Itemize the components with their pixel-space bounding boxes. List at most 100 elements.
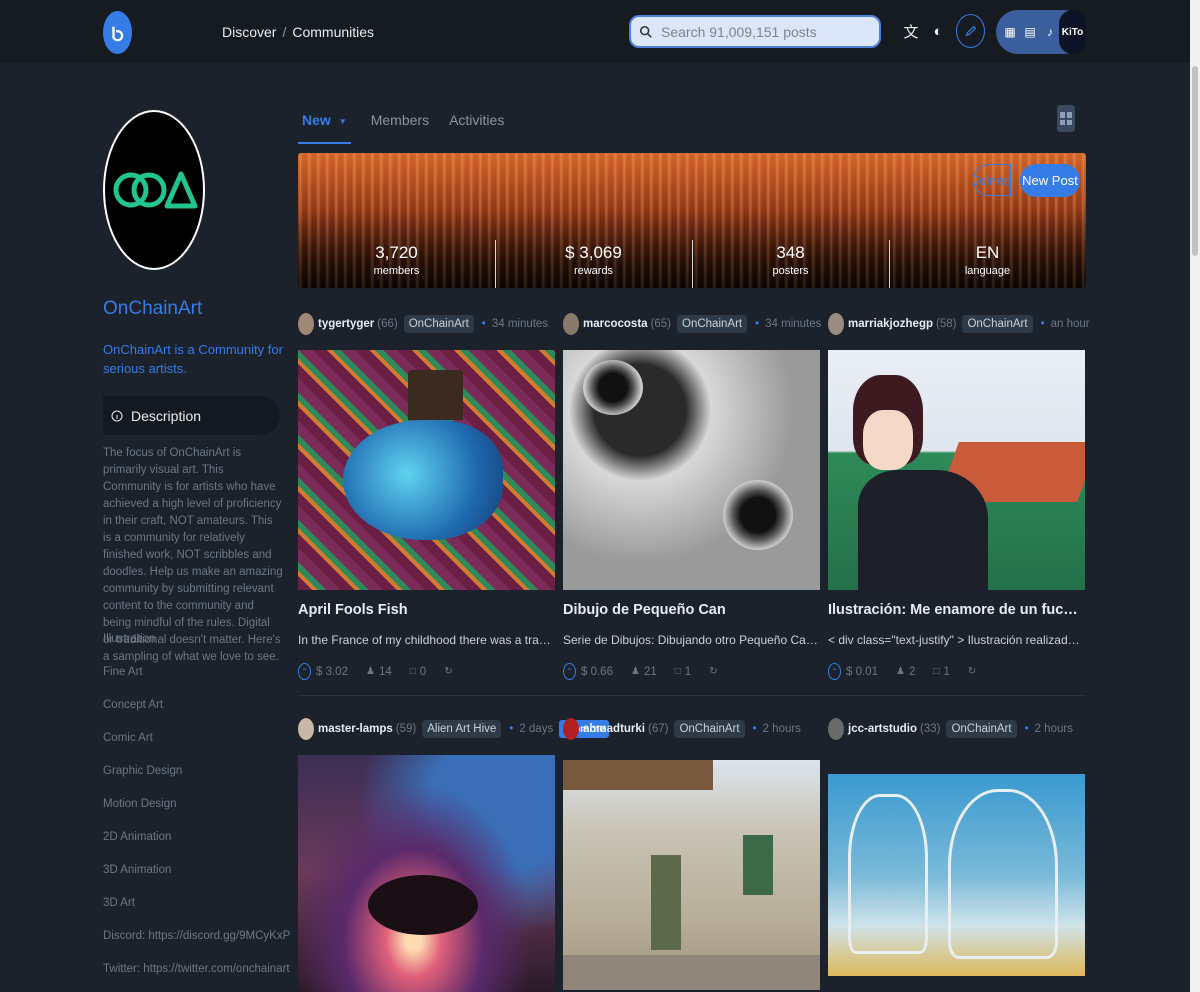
breadcrumb-communities[interactable]: Communities bbox=[292, 24, 374, 40]
author-name[interactable]: master-lamps bbox=[318, 723, 393, 735]
reblog-icon[interactable]: ↻ bbox=[968, 666, 976, 677]
community-tag[interactable]: OnChainArt bbox=[946, 720, 1017, 738]
post-card[interactable]: marcocosta (65) OnChainArt • 34 minutes … bbox=[563, 312, 821, 680]
post-payout[interactable]: $ 3.02 bbox=[316, 666, 348, 678]
comments-icon[interactable]: □ bbox=[933, 666, 939, 677]
author-name[interactable]: tygertyger bbox=[318, 318, 374, 330]
dot-separator: • bbox=[755, 318, 760, 330]
author-avatar[interactable] bbox=[828, 718, 844, 740]
author-reputation: (58) bbox=[936, 318, 957, 330]
author-avatar[interactable] bbox=[563, 718, 579, 740]
author-reputation: (59) bbox=[395, 723, 417, 735]
grid-view-icon[interactable] bbox=[1057, 105, 1075, 132]
voters-icon[interactable]: ♟ bbox=[366, 666, 375, 677]
post-card[interactable]: ahmadturki (67) OnChainArt • 2 hours bbox=[563, 717, 820, 990]
post-title[interactable]: April Fools Fish bbox=[298, 602, 555, 618]
theme-toggle-icon[interactable]: ◐ bbox=[929, 21, 947, 41]
post-thumbnail[interactable] bbox=[298, 350, 555, 590]
post-summary[interactable]: < div class="text-justify" > Ilustración… bbox=[828, 633, 1085, 647]
tab-new[interactable]: New ▼ bbox=[298, 104, 351, 144]
caret-down-icon: ▼ bbox=[338, 116, 347, 126]
upvote-icon[interactable]: ⌃ bbox=[298, 663, 311, 680]
app-logo-icon[interactable] bbox=[103, 11, 132, 54]
post-time: 2 days bbox=[519, 723, 554, 735]
wallet-icon[interactable]: ▦ bbox=[1002, 24, 1018, 40]
joined-button[interactable]: Joined bbox=[973, 164, 1011, 196]
topic-item: Fine Art bbox=[103, 666, 143, 678]
post-summary[interactable]: Serie de Dibujos: Dibujando otro Pequeño… bbox=[563, 633, 820, 647]
author-avatar[interactable] bbox=[298, 313, 314, 335]
tree-illustration bbox=[368, 875, 478, 935]
post-payout[interactable]: $ 0.01 bbox=[846, 666, 878, 678]
dot-separator: • bbox=[1024, 723, 1029, 735]
upvote-icon[interactable]: ⌃ bbox=[828, 663, 841, 680]
terrace-illustration bbox=[563, 955, 820, 990]
dot-separator: • bbox=[509, 723, 514, 735]
topic-twitter-link[interactable]: Twitter: https://twitter.com/onchainart bbox=[103, 961, 293, 992]
author-name[interactable]: marriakjozhegp bbox=[848, 318, 933, 330]
breadcrumb-discover[interactable]: Discover bbox=[222, 24, 276, 40]
post-thumbnail[interactable] bbox=[828, 774, 1085, 976]
post-title[interactable]: Ilustración: Me enamore de un fuckboy. /… bbox=[828, 602, 1085, 618]
community-tag[interactable]: OnChainArt bbox=[674, 720, 745, 738]
reblog-icon[interactable]: ↻ bbox=[444, 666, 452, 677]
new-post-button[interactable]: New Post bbox=[1020, 164, 1080, 197]
translate-icon[interactable]: 文 bbox=[902, 21, 920, 41]
stat-label: rewards bbox=[573, 265, 614, 277]
author-name[interactable]: marcocosta bbox=[583, 318, 648, 330]
user-menu[interactable]: ▦ ▤ ♪ KiTo bbox=[996, 10, 1086, 54]
upvote-icon[interactable]: ⌃ bbox=[563, 663, 576, 680]
topic-discord-link[interactable]: Discord: https://discord.gg/9MCyKxP bbox=[103, 928, 293, 961]
community-tag[interactable]: OnChainArt bbox=[962, 315, 1033, 333]
author-name[interactable]: jcc-artstudio bbox=[848, 723, 917, 735]
reblog-icon[interactable]: ↻ bbox=[709, 666, 717, 677]
post-card[interactable]: jcc-artstudio (33) OnChainArt • 2 hours bbox=[828, 717, 1085, 976]
author-avatar[interactable] bbox=[563, 313, 579, 335]
comments-icon[interactable]: □ bbox=[675, 666, 681, 677]
post-payout[interactable]: $ 0.66 bbox=[581, 666, 613, 678]
community-tag[interactable]: OnChainArt bbox=[403, 315, 474, 333]
author-avatar[interactable] bbox=[828, 313, 844, 335]
post-footer: ⌃ $ 0.01 ♟ 2 □ 1 ↻ bbox=[828, 663, 980, 680]
post-thumbnail[interactable] bbox=[828, 350, 1085, 590]
community-tag[interactable]: OnChainArt bbox=[677, 315, 748, 333]
onchainart-logo-icon bbox=[113, 171, 198, 209]
author-avatar[interactable] bbox=[298, 718, 314, 740]
post-footer: ⌃ $ 0.66 ♟ 21 □ 1 ↻ bbox=[563, 663, 722, 680]
topic-item: Graphic Design bbox=[103, 765, 183, 777]
pergola-illustration bbox=[563, 760, 713, 790]
community-tag[interactable]: Alien Art Hive bbox=[422, 720, 502, 738]
figure-illustration bbox=[848, 794, 928, 954]
post-thumbnail[interactable] bbox=[298, 755, 555, 992]
tab-activities[interactable]: Activities bbox=[449, 104, 504, 144]
avatar[interactable]: KiTo bbox=[1059, 10, 1086, 54]
post-thumbnail[interactable] bbox=[563, 760, 820, 990]
comments-icon[interactable]: □ bbox=[410, 666, 416, 677]
description-toggle[interactable]: Description bbox=[103, 396, 280, 435]
stat-language: EN language bbox=[889, 243, 1086, 277]
notifications-off-icon[interactable]: ♪ bbox=[1042, 24, 1058, 40]
scrollbar-thumb[interactable] bbox=[1192, 66, 1198, 256]
bookmarks-icon[interactable]: ▤ bbox=[1022, 24, 1038, 40]
author-name[interactable]: ahmadturki bbox=[583, 723, 645, 735]
tab-members[interactable]: Members bbox=[371, 104, 429, 144]
post-title[interactable]: Dibujo de Pequeño Can bbox=[563, 602, 820, 618]
scrollbar[interactable] bbox=[1190, 0, 1200, 992]
search-input[interactable] bbox=[661, 23, 861, 40]
write-post-button[interactable] bbox=[956, 14, 985, 48]
post-meta: ahmadturki (67) OnChainArt • 2 hours bbox=[563, 717, 820, 741]
post-summary[interactable]: In the France of my childhood there was … bbox=[298, 633, 555, 647]
comment-count: 0 bbox=[419, 665, 427, 678]
post-time: 2 hours bbox=[762, 723, 801, 735]
dog-eye-illustration bbox=[723, 480, 793, 550]
topic-item: 3D Art bbox=[103, 897, 135, 909]
voters-icon[interactable]: ♟ bbox=[631, 666, 640, 677]
post-thumbnail[interactable] bbox=[563, 350, 820, 590]
search-box[interactable] bbox=[629, 15, 881, 48]
post-card[interactable]: tygertyger (66) OnChainArt • 34 minutes … bbox=[298, 312, 555, 680]
feed-tabs: New ▼ Members Activities bbox=[298, 104, 524, 144]
voters-icon[interactable]: ♟ bbox=[896, 666, 905, 677]
topic-item: Comic Art bbox=[103, 732, 153, 744]
post-card[interactable]: master-lamps (59) Alien Art Hive • 2 day… bbox=[298, 717, 610, 992]
post-card[interactable]: marriakjozhegp (58) OnChainArt • an hour… bbox=[828, 312, 1090, 680]
